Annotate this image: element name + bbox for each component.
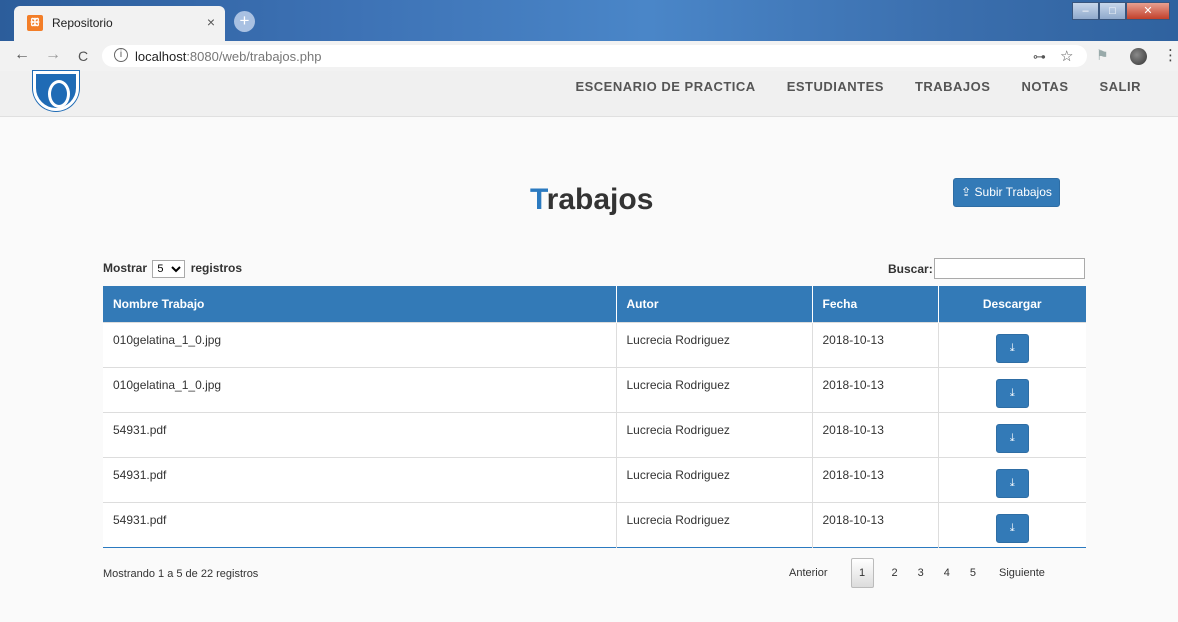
previous-page-link[interactable]: Anterior (789, 567, 828, 579)
extension-icon[interactable]: ⚑ (1096, 47, 1109, 64)
key-icon[interactable]: ⊶ (1033, 49, 1046, 65)
back-icon[interactable]: ← (14, 46, 30, 64)
cell-download: ⤓ (938, 321, 1086, 367)
table-row: 010gelatina_1_0.jpg Lucrecia Rodriguez 2… (103, 321, 1086, 367)
profile-avatar[interactable] (1130, 48, 1147, 65)
upload-button-label: Subir Trabajos (974, 185, 1052, 199)
column-header-date[interactable]: Fecha (812, 286, 939, 322)
nav-estudiantes[interactable]: ESTUDIANTES (787, 79, 884, 94)
works-table: Nombre Trabajo Autor Fecha Descargar 010… (103, 286, 1086, 548)
cell-name: 010gelatina_1_0.jpg (103, 366, 617, 412)
page-title-rest: rabajos (546, 183, 654, 216)
favicon-icon: ꕥ (27, 15, 43, 31)
cell-author: Lucrecia Rodriguez (616, 366, 813, 412)
cell-name: 54931.pdf (103, 501, 617, 547)
cell-date: 2018-10-13 (812, 366, 939, 412)
cell-name: 54931.pdf (103, 411, 617, 457)
column-header-download[interactable]: Descargar (938, 286, 1086, 322)
tab-title: Repositorio (52, 16, 113, 30)
cell-date: 2018-10-13 (812, 411, 939, 457)
cell-date: 2018-10-13 (812, 456, 939, 502)
url-path: :8080/web/trabajos.php (186, 49, 322, 64)
nav-salir[interactable]: SALIR (1100, 79, 1142, 94)
page-link-3[interactable]: 3 (918, 567, 924, 579)
minimize-button[interactable]: – (1072, 2, 1099, 20)
address-bar[interactable]: i localhost:8080/web/trabajos.php (102, 45, 1087, 67)
close-tab-icon[interactable]: × (207, 14, 215, 30)
next-page-link[interactable]: Siguiente (999, 567, 1045, 579)
page-title: Trabajos (530, 183, 653, 217)
cell-author: Lucrecia Rodriguez (616, 501, 813, 547)
page-length-control: Mostrar 5 registros (103, 260, 242, 278)
nav-escenario-de-practica[interactable]: ESCENARIO DE PRACTICA (575, 79, 755, 94)
new-tab-button[interactable]: + (234, 11, 255, 32)
table-row: 010gelatina_1_0.jpg Lucrecia Rodriguez 2… (103, 366, 1086, 412)
page-link-1[interactable]: 1 (850, 558, 874, 588)
cell-download: ⤓ (938, 411, 1086, 457)
cell-author: Lucrecia Rodriguez (616, 456, 813, 502)
column-header-name[interactable]: Nombre Trabajo (103, 286, 617, 322)
reload-icon[interactable]: C (78, 48, 88, 64)
nav-notas[interactable]: NOTAS (1021, 79, 1068, 94)
page-link-5[interactable]: 5 (970, 567, 976, 579)
show-label: Mostrar (103, 261, 148, 275)
forward-icon[interactable]: → (45, 46, 61, 64)
download-button[interactable]: ⤓ (995, 334, 1029, 363)
cell-author: Lucrecia Rodriguez (616, 321, 813, 367)
download-button[interactable]: ⤓ (995, 514, 1029, 543)
browser-tab-strip: ꕥ Repositorio × + – □ ✕ (0, 0, 1178, 41)
browser-toolbar: ← → C i localhost:8080/web/trabajos.php … (0, 41, 1178, 71)
main-nav: ESCENARIO DE PRACTICA ESTUDIANTES TRABAJ… (544, 79, 1141, 94)
upload-icon: ⇪ (961, 185, 972, 199)
page-size-select[interactable]: 5 (152, 260, 186, 278)
nav-trabajos[interactable]: TRABAJOS (915, 79, 991, 94)
cell-author: Lucrecia Rodriguez (616, 411, 813, 457)
close-window-button[interactable]: ✕ (1126, 2, 1170, 20)
cell-name: 54931.pdf (103, 456, 617, 502)
table-info: Mostrando 1 a 5 de 22 registros (103, 568, 259, 580)
download-button[interactable]: ⤓ (995, 424, 1029, 453)
url-text: localhost:8080/web/trabajos.php (135, 49, 321, 64)
browser-menu-icon[interactable]: ⋮ (1163, 46, 1178, 64)
search-label: Buscar: (888, 262, 933, 276)
table-header-row: Nombre Trabajo Autor Fecha Descargar (103, 286, 1086, 322)
records-label: registros (190, 261, 243, 275)
download-button[interactable]: ⤓ (995, 379, 1029, 408)
maximize-button[interactable]: □ (1099, 2, 1126, 20)
pagination: Anterior 1 2 3 4 5 Siguiente (789, 558, 1045, 588)
download-button[interactable]: ⤓ (995, 469, 1029, 498)
url-host: localhost (135, 49, 187, 64)
browser-tab[interactable]: ꕥ Repositorio × (14, 6, 225, 41)
bookmark-star-icon[interactable]: ☆ (1060, 47, 1073, 65)
page-title-first-letter: T (530, 183, 547, 216)
cell-download: ⤓ (938, 501, 1086, 547)
cell-download: ⤓ (938, 366, 1086, 412)
cell-date: 2018-10-13 (812, 501, 939, 547)
column-header-author[interactable]: Autor (616, 286, 813, 322)
cell-download: ⤓ (938, 456, 1086, 502)
info-icon[interactable]: i (114, 48, 128, 62)
window-controls: – □ ✕ (1072, 2, 1170, 20)
table-row: 54931.pdf Lucrecia Rodriguez 2018-10-13 … (103, 456, 1086, 502)
cell-name: 010gelatina_1_0.jpg (103, 321, 617, 367)
page-link-4[interactable]: 4 (944, 567, 950, 579)
search-input[interactable] (934, 258, 1085, 279)
upload-works-button[interactable]: ⇪ Subir Trabajos (953, 178, 1060, 207)
site-header: ESCENARIO DE PRACTICA ESTUDIANTES TRABAJ… (0, 71, 1178, 117)
page-link-2[interactable]: 2 (892, 567, 898, 579)
university-logo[interactable] (33, 71, 79, 111)
table-row: 54931.pdf Lucrecia Rodriguez 2018-10-13 … (103, 411, 1086, 457)
table-row: 54931.pdf Lucrecia Rodriguez 2018-10-13 … (103, 501, 1086, 547)
cell-date: 2018-10-13 (812, 321, 939, 367)
